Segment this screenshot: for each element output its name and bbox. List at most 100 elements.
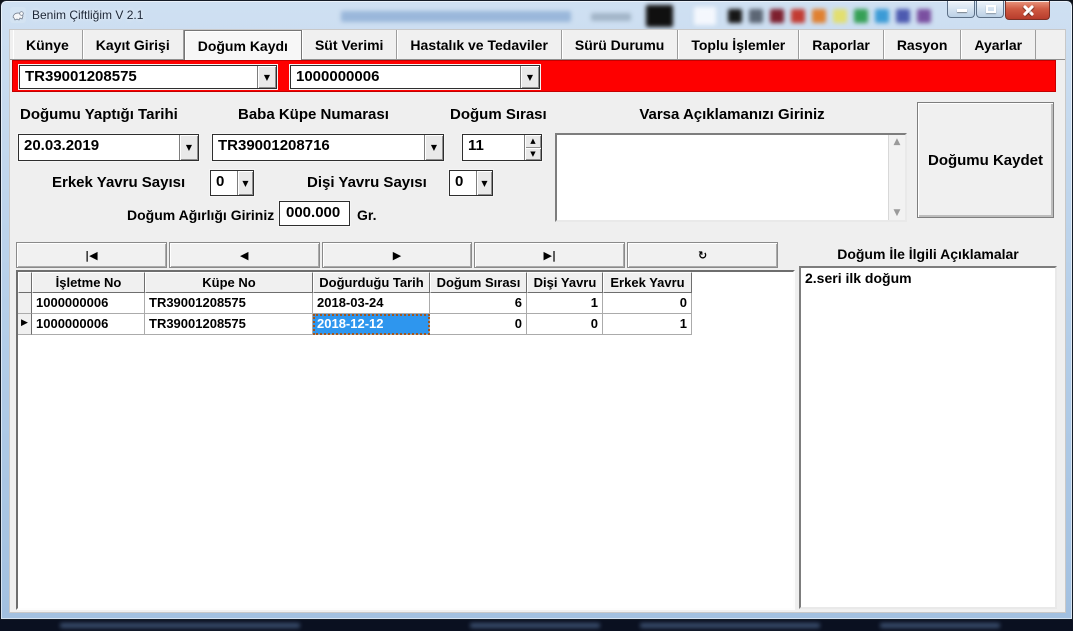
titlebar-background-artifact	[694, 7, 716, 25]
birth-weight-label: Doğum Ağırlığı Giriniz	[127, 207, 274, 223]
column-header[interactable]: İşletme No	[32, 272, 145, 293]
maximize-icon	[986, 5, 996, 13]
birth-weight-unit: Gr.	[357, 207, 376, 223]
chevron-down-icon[interactable]: ▼	[424, 135, 443, 160]
sire-tag-value: TR39001208716	[213, 135, 424, 160]
birth-order-label: Doğum Sırası	[450, 106, 547, 123]
save-birth-button[interactable]: Doğumu Kaydet	[917, 102, 1054, 218]
births-table: İşletme NoKüpe NoDoğurduğu TarihDoğum Sı…	[16, 270, 795, 610]
table-cell[interactable]: TR39001208575	[145, 314, 313, 335]
nav-first-button[interactable]: |◀	[16, 242, 167, 268]
app-icon	[10, 7, 26, 23]
chevron-down-icon[interactable]: ▼	[237, 171, 253, 195]
birth-notes-title: Doğum İle İlgili Açıklamalar	[799, 246, 1057, 262]
farm-no-value: 1000000006	[291, 66, 520, 88]
titlebar-background-artifact	[917, 9, 931, 23]
male-count-value: 0	[211, 171, 237, 195]
birth-notes-box[interactable]: 2.seri ilk doğum	[799, 266, 1057, 609]
female-count-combobox[interactable]: 0 ▼	[449, 170, 493, 196]
tab-dogum-kaydi[interactable]: Doğum Kaydı	[184, 30, 302, 60]
chevron-down-icon[interactable]: ▼	[476, 171, 492, 195]
birth-order-value: 11	[463, 135, 524, 160]
nav-last-button[interactable]: ▶|	[474, 242, 625, 268]
tab-ayarlar[interactable]: Ayarlar	[961, 30, 1036, 59]
birth-order-spinner[interactable]: 11 ▲ ▼	[462, 134, 542, 161]
table-cell[interactable]: 1	[527, 293, 603, 314]
titlebar: Benim Çiftliğim V 2.1	[1, 1, 1072, 29]
table-cell[interactable]: 1000000006	[32, 314, 145, 335]
column-header[interactable]: Erkek Yavru	[603, 272, 692, 293]
chevron-down-icon[interactable]: ▼	[520, 66, 539, 88]
titlebar-background-artifact	[749, 9, 763, 23]
nav-refresh-button[interactable]: ↻	[627, 242, 778, 268]
close-button[interactable]	[1005, 1, 1050, 20]
tab-kunye[interactable]: Künye	[13, 30, 83, 59]
titlebar-background-artifact	[896, 9, 910, 23]
birth-notes-text: 2.seri ilk doğum	[805, 270, 912, 286]
scroll-down-icon[interactable]: ▼	[889, 208, 905, 218]
nav-next-button[interactable]: ▶	[322, 242, 473, 268]
window-title: Benim Çiftliğim V 2.1	[32, 8, 143, 22]
titlebar-background-artifact	[728, 9, 742, 23]
titlebar-background-artifact	[770, 9, 784, 23]
sire-tag-label: Baba Küpe Numarası	[238, 106, 389, 123]
birth-date-label: Doğumu Yaptığı Tarihi	[20, 106, 178, 123]
female-count-label: Dişi Yavru Sayısı	[307, 174, 427, 191]
ear-tag-combobox[interactable]: TR39001208575 ▼	[19, 65, 277, 89]
scroll-up-icon[interactable]: ▲	[889, 137, 905, 147]
farm-no-combobox[interactable]: 1000000006 ▼	[290, 65, 540, 89]
titlebar-background-artifact	[833, 9, 847, 23]
maximize-button[interactable]	[976, 1, 1004, 18]
titlebar-background-artifact	[854, 9, 868, 23]
animal-selection-bar: TR39001208575 ▼ 1000000006 ▼	[12, 60, 1056, 92]
record-navigator: |◀◀▶▶|↻	[16, 242, 778, 268]
tab-kayit-girisi[interactable]: Kayıt Girişi	[83, 30, 184, 59]
birth-weight-input[interactable]: 000.000	[279, 201, 350, 226]
row-selector[interactable]	[18, 293, 32, 314]
note-textarea[interactable]: ▲ ▼	[555, 133, 907, 222]
row-selector-header	[18, 272, 32, 293]
male-count-combobox[interactable]: 0 ▼	[210, 170, 254, 196]
windows-taskbar	[0, 620, 1073, 631]
table-cell[interactable]: TR39001208575	[145, 293, 313, 314]
table-cell[interactable]: 2018-03-24	[313, 293, 430, 314]
table-cell[interactable]: 0	[603, 293, 692, 314]
minimize-icon	[957, 9, 967, 12]
tab-hastalik-ve-tedaviler[interactable]: Hastalık ve Tedaviler	[397, 30, 561, 59]
current-row-marker[interactable]: ▶	[18, 314, 32, 335]
titlebar-background-artifact	[341, 11, 571, 22]
titlebar-background-artifact	[812, 9, 826, 23]
minimize-button[interactable]	[947, 1, 975, 18]
table-cell[interactable]: 0	[527, 314, 603, 335]
tab-rasyon[interactable]: Rasyon	[884, 30, 962, 59]
tab-bar: KünyeKayıt GirişiDoğum KaydıSüt VerimiHa…	[10, 30, 1065, 60]
sire-tag-combobox[interactable]: TR39001208716 ▼	[212, 134, 444, 161]
note-label: Varsa Açıklamanızı Giriniz	[607, 106, 857, 123]
selected-cell[interactable]: 2018-12-12	[313, 314, 430, 335]
spin-up-icon[interactable]: ▲	[525, 135, 541, 148]
tab-suru-durumu[interactable]: Sürü Durumu	[562, 30, 678, 59]
tab-sut-verimi[interactable]: Süt Verimi	[302, 30, 397, 59]
table-cell[interactable]: 1	[603, 314, 692, 335]
table-cell[interactable]: 0	[430, 314, 527, 335]
tab-toplu-islemler[interactable]: Toplu İşlemler	[678, 30, 799, 59]
client-area: KünyeKayıt GirişiDoğum KaydıSüt VerimiHa…	[9, 29, 1066, 613]
chevron-down-icon[interactable]: ▼	[257, 66, 276, 88]
spin-down-icon[interactable]: ▼	[525, 148, 541, 161]
titlebar-background-artifact	[591, 13, 631, 21]
table-cell[interactable]: 6	[430, 293, 527, 314]
table-row: ▶1000000006TR390012085752018-12-12001	[18, 314, 793, 335]
birth-date-combobox[interactable]: 20.03.2019 ▼	[18, 134, 199, 161]
table-cell[interactable]: 1000000006	[32, 293, 145, 314]
column-header[interactable]: Dişi Yavru	[527, 272, 603, 293]
birth-date-value: 20.03.2019	[19, 135, 179, 160]
column-header[interactable]: Küpe No	[145, 272, 313, 293]
tab-raporlar[interactable]: Raporlar	[799, 30, 884, 59]
titlebar-background-artifact	[791, 9, 805, 23]
female-count-value: 0	[450, 171, 476, 195]
chevron-down-icon[interactable]: ▼	[179, 135, 198, 160]
column-header[interactable]: Doğum Sırası	[430, 272, 527, 293]
nav-previous-button[interactable]: ◀	[169, 242, 320, 268]
note-scrollbar[interactable]: ▲ ▼	[888, 135, 905, 220]
column-header[interactable]: Doğurduğu Tarih	[313, 272, 430, 293]
